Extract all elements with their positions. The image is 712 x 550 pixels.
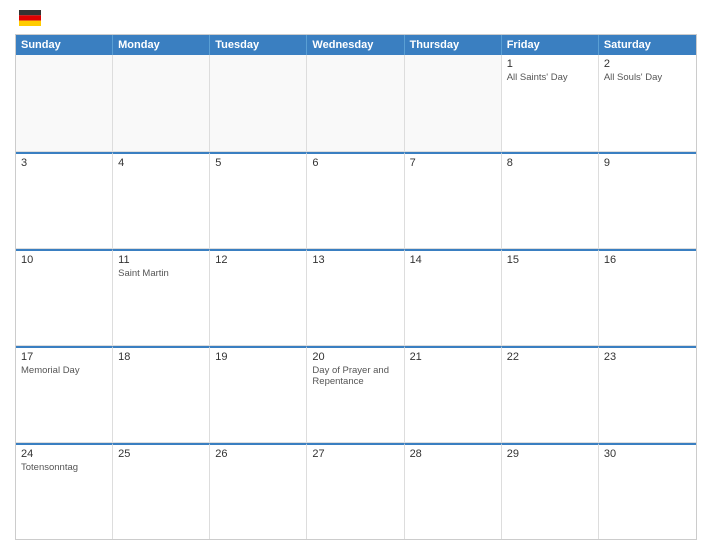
cal-cell: 8 [502, 152, 599, 248]
day-number: 23 [604, 351, 691, 363]
holiday-name: Totensonntag [21, 462, 107, 473]
day-number: 12 [215, 254, 301, 266]
cal-cell: 24 Totensonntag [16, 443, 113, 539]
holiday-name: Memorial Day [21, 365, 107, 376]
day-number: 27 [312, 448, 398, 460]
cal-cell: 28 [405, 443, 502, 539]
cal-cell: 12 [210, 249, 307, 345]
cal-cell: 6 [307, 152, 404, 248]
week-row-2: 3456789 [16, 152, 696, 249]
day-number: 3 [21, 157, 107, 169]
calendar-grid: SundayMondayTuesdayWednesdayThursdayFrid… [15, 34, 697, 540]
cal-cell: 19 [210, 346, 307, 442]
cal-cell: 26 [210, 443, 307, 539]
holiday-name: All Saints' Day [507, 72, 593, 83]
day-header-saturday: Saturday [599, 35, 696, 55]
day-number: 9 [604, 157, 691, 169]
holiday-name: Saint Martin [118, 268, 204, 279]
cal-cell: 17 Memorial Day [16, 346, 113, 442]
cal-cell: 2 All Souls' Day [599, 55, 696, 151]
cal-cell [16, 55, 113, 151]
day-number: 1 [507, 58, 593, 70]
day-number: 6 [312, 157, 398, 169]
cal-cell: 21 [405, 346, 502, 442]
day-number: 18 [118, 351, 204, 363]
day-number: 13 [312, 254, 398, 266]
day-number: 26 [215, 448, 301, 460]
cal-cell: 22 [502, 346, 599, 442]
day-header-tuesday: Tuesday [210, 35, 307, 55]
day-header-sunday: Sunday [16, 35, 113, 55]
cal-cell [113, 55, 210, 151]
cal-cell [210, 55, 307, 151]
day-number: 30 [604, 448, 691, 460]
day-number: 22 [507, 351, 593, 363]
cal-cell: 3 [16, 152, 113, 248]
cal-cell: 7 [405, 152, 502, 248]
day-number: 29 [507, 448, 593, 460]
cal-cell: 16 [599, 249, 696, 345]
day-number: 28 [410, 448, 496, 460]
cal-cell: 18 [113, 346, 210, 442]
header [15, 10, 697, 26]
day-number: 17 [21, 351, 107, 363]
day-number: 14 [410, 254, 496, 266]
logo-flag-icon [19, 10, 41, 26]
day-number: 11 [118, 254, 204, 266]
cal-cell: 5 [210, 152, 307, 248]
day-header-friday: Friday [502, 35, 599, 55]
calendar-header-row: SundayMondayTuesdayWednesdayThursdayFrid… [16, 35, 696, 55]
day-number: 15 [507, 254, 593, 266]
cal-cell: 20 Day of Prayer and Repentance [307, 346, 404, 442]
week-row-3: 10 11 Saint Martin 12 13 14 15 16 [16, 249, 696, 346]
cal-cell: 11 Saint Martin [113, 249, 210, 345]
day-number: 19 [215, 351, 301, 363]
week-row-1: 1 All Saints' Day 2 All Souls' Day [16, 55, 696, 152]
cal-cell: 14 [405, 249, 502, 345]
cal-cell: 15 [502, 249, 599, 345]
cal-cell: 27 [307, 443, 404, 539]
day-number: 10 [21, 254, 107, 266]
day-number: 21 [410, 351, 496, 363]
day-header-thursday: Thursday [405, 35, 502, 55]
cal-cell: 13 [307, 249, 404, 345]
holiday-name: All Souls' Day [604, 72, 691, 83]
day-number: 2 [604, 58, 691, 70]
calendar-body: 1All Saints' Day2All Souls' Day345678910… [16, 55, 696, 539]
day-number: 20 [312, 351, 398, 363]
day-header-wednesday: Wednesday [307, 35, 404, 55]
day-number: 25 [118, 448, 204, 460]
cal-cell: 4 [113, 152, 210, 248]
day-number: 24 [21, 448, 107, 460]
cal-cell: 30 [599, 443, 696, 539]
day-number: 8 [507, 157, 593, 169]
holiday-name: Day of Prayer and Repentance [312, 365, 398, 388]
cal-cell: 10 [16, 249, 113, 345]
day-header-monday: Monday [113, 35, 210, 55]
cal-cell: 25 [113, 443, 210, 539]
logo [15, 10, 41, 26]
day-number: 16 [604, 254, 691, 266]
day-number: 4 [118, 157, 204, 169]
week-row-5: 24 Totensonntag 25 26 27 28 29 30 [16, 443, 696, 539]
cal-cell: 29 [502, 443, 599, 539]
week-row-4: 17 Memorial Day 18 19 20 Day of Prayer and Re… [16, 346, 696, 443]
cal-cell: 9 [599, 152, 696, 248]
calendar-page: SundayMondayTuesdayWednesdayThursdayFrid… [0, 0, 712, 550]
cal-cell: 23 [599, 346, 696, 442]
cal-cell [307, 55, 404, 151]
day-number: 5 [215, 157, 301, 169]
cal-cell [405, 55, 502, 151]
cal-cell: 1 All Saints' Day [502, 55, 599, 151]
day-number: 7 [410, 157, 496, 169]
